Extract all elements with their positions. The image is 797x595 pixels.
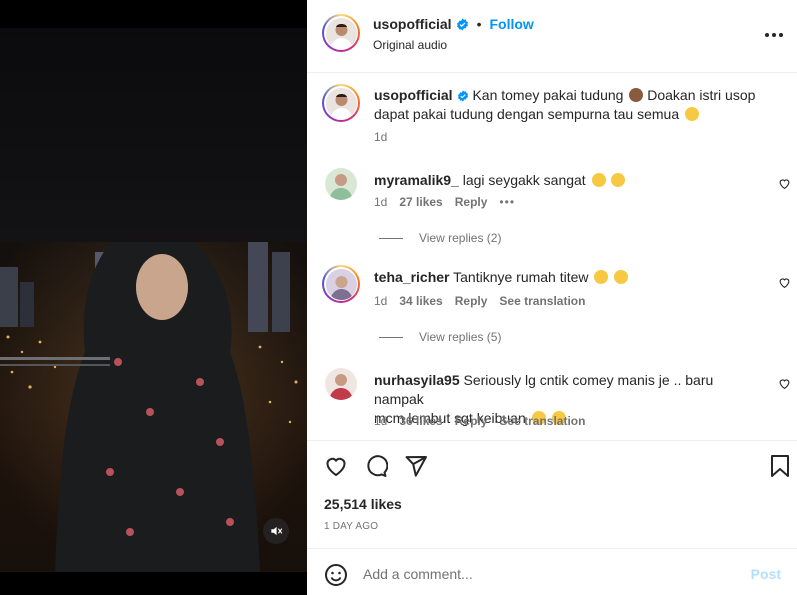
comment-item: nurhasyila95 Seriously lg cntik comey ma… bbox=[307, 365, 797, 435]
heart-icon[interactable] bbox=[778, 177, 791, 190]
comment-meta: 1d 27 likes Reply ••• bbox=[374, 195, 516, 209]
mute-icon bbox=[271, 526, 283, 536]
comment-icon[interactable] bbox=[364, 454, 388, 478]
comment-input[interactable]: Add a comment... bbox=[363, 566, 473, 582]
comment-item: teha_richer Tantiknye rumah titew 1d 34 … bbox=[307, 262, 797, 347]
caption-text: usopofficial Kan tomey pakai tudung Doak… bbox=[374, 87, 756, 122]
more-icon bbox=[765, 33, 769, 37]
emoji-icon[interactable] bbox=[324, 563, 348, 587]
comment-likes[interactable]: 27 likes bbox=[399, 195, 442, 209]
like-heart-icon[interactable] bbox=[324, 454, 348, 478]
commenter-username[interactable]: nurhasyila95 bbox=[374, 372, 460, 388]
more-options-button[interactable] bbox=[765, 27, 787, 43]
commenter-username[interactable]: teha_richer bbox=[374, 269, 449, 285]
mute-button[interactable] bbox=[263, 518, 289, 544]
author-avatar[interactable] bbox=[322, 14, 360, 52]
author-username[interactable]: usopofficial bbox=[373, 16, 452, 32]
likes-count[interactable]: 25,514 likes bbox=[324, 496, 402, 512]
reply-button[interactable]: Reply bbox=[455, 294, 488, 308]
caption-username[interactable]: usopofficial bbox=[374, 87, 453, 103]
commenter-avatar[interactable] bbox=[322, 265, 360, 303]
comment-options-button[interactable]: ••• bbox=[499, 195, 515, 209]
caption-meta: 1d bbox=[374, 130, 387, 144]
caption: usopofficial Kan tomey pakai tudung Doak… bbox=[307, 80, 797, 150]
heart-eyes-emoji-icon bbox=[611, 173, 626, 187]
caption-avatar[interactable] bbox=[322, 84, 360, 122]
header-separator: • bbox=[476, 16, 482, 32]
video-frame bbox=[0, 242, 307, 572]
heart-eyes-emoji-icon bbox=[591, 173, 606, 187]
post-media[interactable] bbox=[0, 0, 307, 595]
comment-text: myramalik9_ lagi seygakk sangat bbox=[374, 171, 759, 190]
comment-text: teha_richer Tantiknye rumah titew bbox=[374, 268, 759, 287]
caption-time: 1d bbox=[374, 130, 388, 144]
post-button[interactable]: Post bbox=[751, 566, 781, 582]
view-replies-button[interactable]: View replies (2) bbox=[379, 231, 501, 245]
follow-button[interactable]: Follow bbox=[489, 16, 533, 32]
post-header: usopofficial • Follow Original audio bbox=[307, 0, 797, 73]
view-replies-button[interactable]: View replies (5) bbox=[379, 330, 501, 344]
hands-emoji-icon bbox=[614, 270, 629, 284]
commenter-avatar[interactable] bbox=[325, 368, 357, 400]
commenter-username[interactable]: myramalik9_ bbox=[374, 172, 459, 188]
post-details-panel: usopofficial • Follow Original audio uso… bbox=[307, 0, 797, 595]
share-icon[interactable] bbox=[404, 454, 428, 478]
comment-likes[interactable]: 34 likes bbox=[399, 294, 442, 308]
comment-item: myramalik9_ lagi seygakk sangat 1d 27 li… bbox=[307, 165, 797, 250]
verified-icon bbox=[456, 18, 468, 30]
verified-icon bbox=[457, 90, 468, 102]
save-icon[interactable] bbox=[769, 454, 791, 478]
comment-likes[interactable]: 36 likes bbox=[399, 414, 442, 428]
reply-button[interactable]: Reply bbox=[455, 414, 488, 428]
reply-button[interactable]: Reply bbox=[455, 195, 488, 209]
heart-icon[interactable] bbox=[778, 276, 791, 289]
comment-composer: Add a comment... Post bbox=[307, 548, 797, 595]
heart-icon[interactable] bbox=[778, 377, 791, 390]
monkey-emoji-icon bbox=[629, 88, 644, 102]
comment-meta: 1d 36 likes Reply See translation bbox=[374, 414, 586, 428]
audio-label[interactable]: Original audio bbox=[373, 38, 447, 52]
comment-meta: 1d 34 likes Reply See translation bbox=[374, 294, 586, 308]
commenter-avatar[interactable] bbox=[325, 168, 357, 200]
post-actions: 25,514 likes 1 DAY AGO bbox=[307, 440, 797, 549]
see-translation-button[interactable]: See translation bbox=[499, 294, 585, 308]
see-translation-button[interactable]: See translation bbox=[499, 414, 585, 428]
hands-emoji-icon bbox=[685, 107, 700, 121]
post-timestamp: 1 DAY AGO bbox=[324, 521, 379, 532]
video-player[interactable] bbox=[0, 28, 307, 572]
heart-eyes-emoji-icon bbox=[594, 270, 609, 284]
